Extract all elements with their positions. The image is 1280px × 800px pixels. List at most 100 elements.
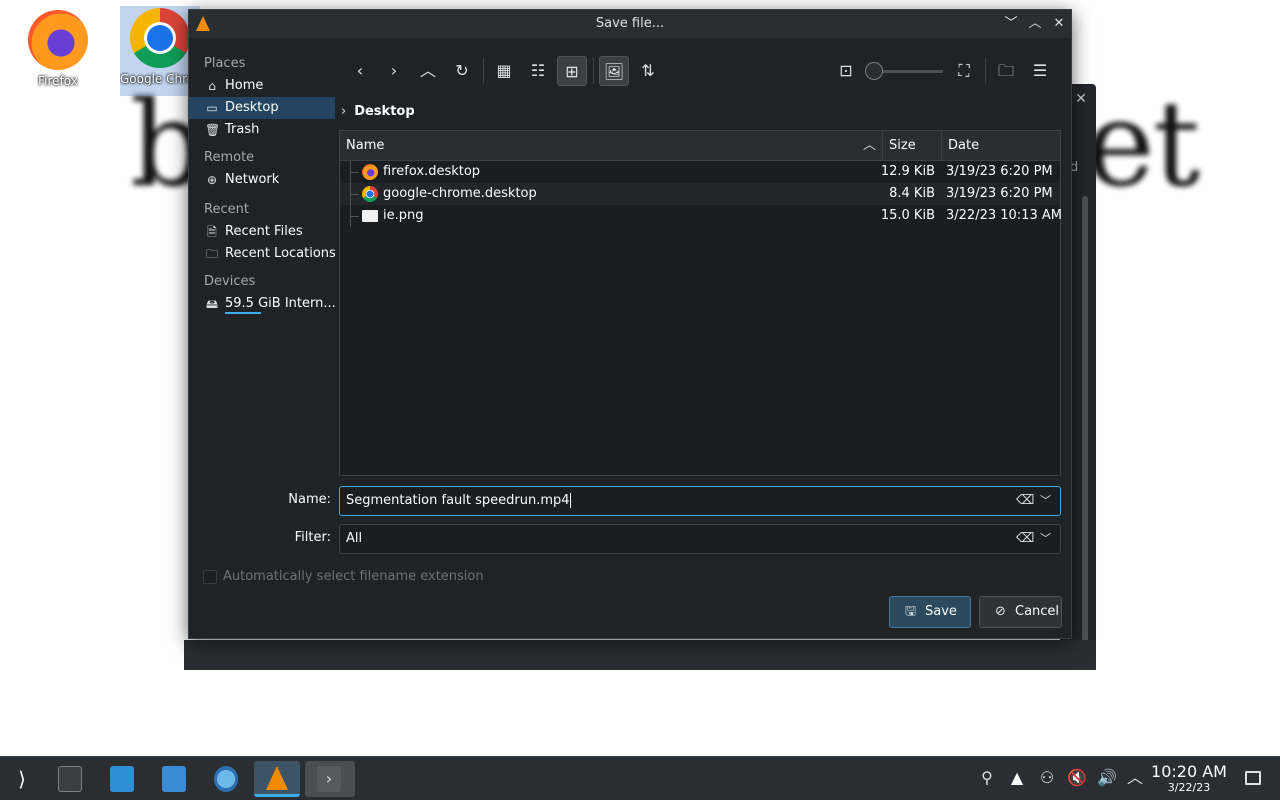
file-row[interactable]: firefox.desktop 12.9 KiB 3/19/23 6:20 PM: [340, 161, 1060, 183]
breadcrumb[interactable]: › Desktop: [341, 102, 415, 122]
taskbar-file-manager[interactable]: [154, 761, 194, 797]
recent-locations-icon: 🗀: [205, 247, 218, 261]
network-icon: ⊕: [206, 173, 218, 187]
taskbar-vlc[interactable]: [254, 761, 300, 797]
launcher-icon: ⟩: [18, 767, 26, 791]
zoom-slider[interactable]: [865, 62, 943, 80]
taskbar-browser[interactable]: [206, 761, 246, 797]
forward-button[interactable]: ›: [379, 56, 409, 86]
sidebar-item-label: Recent Files: [225, 224, 303, 239]
preview-toggle-button[interactable]: 🖼: [599, 56, 629, 86]
sidebar-item-label: Recent Locations: [225, 246, 335, 261]
close-button[interactable]: ✕: [1049, 14, 1069, 34]
store-icon: [110, 766, 134, 792]
sidebar-item-label: Trash: [225, 122, 260, 137]
background-window-close-icon[interactable]: ✕: [1072, 91, 1090, 109]
minimize-button[interactable]: ﹀: [1001, 14, 1021, 34]
title-bar[interactable]: Save file... ﹀ ︿ ✕: [189, 10, 1071, 38]
toolbar-separator: [593, 58, 594, 84]
taskbar-discover[interactable]: [102, 761, 142, 797]
tray-expand-icon[interactable]: ︿: [1124, 767, 1146, 789]
file-date: 3/22/23 10:13 AM: [946, 208, 1062, 223]
clear-icon[interactable]: ⌫: [1016, 525, 1034, 553]
maximize-button[interactable]: ︿: [1025, 14, 1045, 34]
filter-combobox[interactable]: All ⌫ ﹀: [339, 524, 1061, 554]
volume-muted-icon[interactable]: 🔇: [1066, 767, 1088, 789]
zoom-out-icon[interactable]: ⊡: [831, 56, 861, 86]
desktop-icon-label: Firefox: [38, 74, 78, 88]
name-label: Name:: [288, 492, 331, 507]
filter-label: Filter:: [294, 530, 331, 545]
chevron-down-icon[interactable]: ﹀: [1040, 487, 1054, 515]
sidebar-item-network[interactable]: ⊕ Network: [189, 169, 335, 191]
show-desktop-icon[interactable]: [1245, 771, 1261, 785]
column-header-name-label: Name: [346, 138, 385, 153]
back-button[interactable]: ‹: [345, 56, 375, 86]
toolbar-separator: [985, 58, 986, 84]
sidebar-item-trash[interactable]: 🗑 Trash: [189, 119, 335, 141]
chrome-icon: [362, 186, 378, 202]
volume-icon[interactable]: 🔊: [1096, 767, 1118, 789]
save-button[interactable]: 🖫 Save: [889, 596, 971, 628]
filename-input[interactable]: Segmentation fault speedrun.mp4 ⌫ ﹀: [339, 486, 1061, 516]
filename-value: Segmentation fault speedrun.mp4: [346, 493, 570, 508]
up-button[interactable]: ︿: [413, 56, 443, 86]
sidebar-item-label: Desktop: [225, 100, 279, 115]
toolbar-separator: [483, 58, 484, 84]
column-header-size[interactable]: Size: [883, 131, 942, 161]
desktop-icon-firefox[interactable]: Firefox: [15, 8, 101, 88]
auto-extension-label: Automatically select filename extension: [223, 569, 484, 584]
breadcrumb-current[interactable]: Desktop: [354, 104, 414, 119]
device-usage-bar: [225, 312, 261, 314]
clock[interactable]: 10:20 AM 3/22/23: [1148, 763, 1230, 795]
devices-header: Devices: [204, 274, 256, 289]
tree-line: [350, 183, 359, 205]
column-header-name[interactable]: Name ︿: [340, 131, 883, 161]
compact-view-button[interactable]: ☷: [523, 56, 553, 86]
clear-icon[interactable]: ⌫: [1016, 487, 1034, 515]
new-folder-button[interactable]: 🗀: [991, 56, 1021, 86]
sidebar-item-recent-files[interactable]: 🗎 Recent Files: [189, 221, 335, 243]
background-document-text-right: et: [1085, 75, 1200, 213]
toolbar: ‹ › ︿ ↻ ▦ ☷ ⊞ 🖼 ⇅ ⊡ ⛶ 🗀 ☰: [189, 54, 1047, 88]
zoom-slider-handle[interactable]: [865, 62, 883, 80]
file-name: firefox.desktop: [383, 164, 481, 179]
vlc-tray-icon[interactable]: ▲: [1006, 767, 1028, 789]
zoom-in-icon[interactable]: ⛶: [949, 56, 979, 86]
background-window-scrollbar[interactable]: [1082, 196, 1088, 662]
auto-extension-checkbox[interactable]: [203, 570, 217, 584]
taskbar-system-settings[interactable]: [50, 761, 90, 797]
settings-icon: [58, 766, 82, 792]
sidebar-item-recent-locations[interactable]: 🗀 Recent Locations: [189, 243, 335, 265]
file-date: 3/19/23 6:20 PM: [946, 186, 1053, 201]
application-launcher-button[interactable]: ⟩: [2, 761, 42, 797]
file-name: google-chrome.desktop: [383, 186, 537, 201]
column-header-date[interactable]: Date: [942, 131, 1062, 161]
users-icon[interactable]: ⚇: [1036, 767, 1058, 789]
reload-button[interactable]: ↻: [447, 56, 477, 86]
sidebar-item-desktop[interactable]: ▭ Desktop: [189, 97, 335, 119]
chevron-down-icon[interactable]: ﹀: [1040, 525, 1054, 553]
sidebar-item-label: Network: [225, 172, 280, 187]
file-row[interactable]: ie.png 15.0 KiB 3/22/23 10:13 AM: [340, 205, 1062, 227]
firefox-icon: [362, 164, 378, 180]
options-button[interactable]: ☰: [1025, 56, 1055, 86]
clock-time: 10:20 AM: [1151, 762, 1227, 781]
file-row[interactable]: google-chrome.desktop 8.4 KiB 3/19/23 6:…: [340, 183, 1060, 205]
image-file-icon: [362, 210, 378, 222]
sort-button[interactable]: ⇅: [633, 56, 663, 86]
tree-view-button[interactable]: ⊞: [557, 56, 587, 86]
icon-view-button[interactable]: ▦: [489, 56, 519, 86]
trash-icon: 🗑: [205, 123, 221, 137]
drive-icon: 🖴: [205, 297, 219, 311]
save-button-label: Save: [925, 604, 957, 619]
cancel-button[interactable]: ⊘ Cancel: [979, 596, 1062, 628]
file-list[interactable]: Name ︿ Size Date firefox.desktop 12.9 Ki…: [339, 130, 1062, 476]
sidebar-item-device[interactable]: 🖴 59.5 GiB Intern...: [189, 293, 335, 315]
user-icon[interactable]: ⚲: [976, 767, 998, 789]
save-file-dialog: Save file... ﹀ ︿ ✕ Places ⌂ Home ▭ Deskt…: [188, 9, 1072, 639]
taskbar-terminal[interactable]: ›: [305, 761, 355, 797]
chrome-icon: [130, 8, 190, 68]
remote-header: Remote: [204, 150, 255, 165]
globe-icon: [214, 766, 238, 792]
